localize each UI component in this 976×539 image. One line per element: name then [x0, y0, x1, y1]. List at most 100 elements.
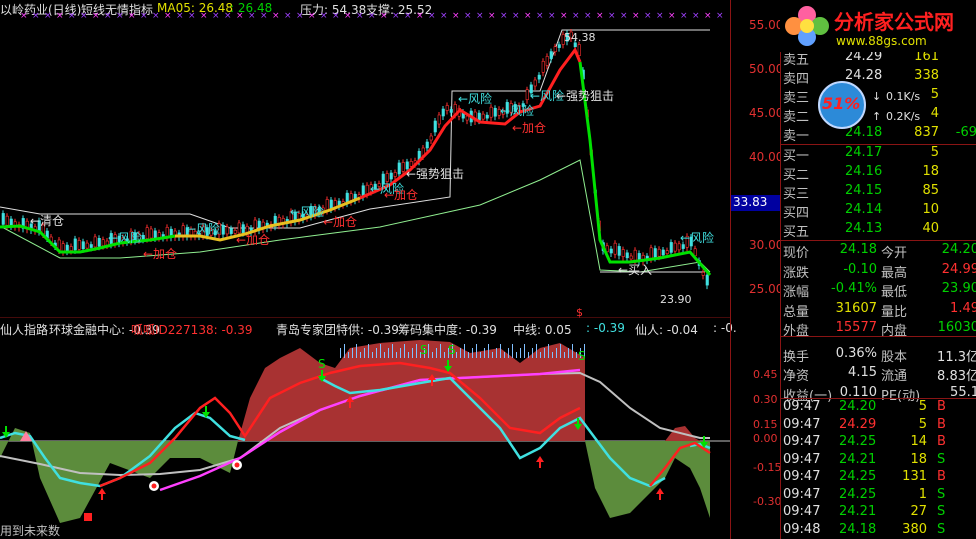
top-bar — [524, 344, 525, 358]
logo-url: www.88gs.com — [836, 34, 927, 48]
top-bar — [400, 348, 401, 358]
signal-cross-mark: × — [140, 11, 148, 21]
tick-price: 24.25 — [839, 434, 877, 449]
annot-jiacang-5: ←加仓 — [512, 121, 547, 135]
indicator-chart[interactable]: S S S S — [0, 318, 730, 539]
quote-value: 1.49 — [950, 300, 976, 316]
quote-label: 最高 — [881, 265, 908, 281]
quote-label: 流通 — [881, 369, 908, 384]
top-bar — [456, 352, 457, 358]
signal-cross-mark: × — [176, 11, 184, 21]
bid-row[interactable]: 买五 24.13 40 — [783, 221, 976, 240]
quote-row: 涨跌 -0.10 最高 24.99 — [783, 261, 976, 281]
bid-label: 买三 — [783, 187, 810, 202]
quote-value: 24.99 — [941, 261, 976, 277]
bid-label: 买一 — [783, 149, 810, 164]
price-tick-label: 25.00 — [749, 282, 784, 296]
top-bar — [568, 348, 569, 358]
speed-up: 0.2K/s — [886, 110, 921, 123]
signal-cross-mark: × — [128, 11, 136, 21]
signal-cross-mark: × — [224, 11, 232, 21]
bid-label: 买五 — [783, 225, 810, 240]
tick-side: S — [937, 486, 946, 502]
signal-cross-mark: × — [164, 11, 172, 21]
bid-price: 24.13 — [845, 221, 883, 236]
candle-body — [85, 242, 89, 249]
signal-cross-mark: × — [404, 11, 412, 21]
annot-fengxian-1: ←风险 — [108, 231, 143, 245]
quote-label: 换手 — [783, 349, 810, 365]
top-bar — [384, 352, 385, 358]
annot-qiangshi-1: ←强势狙击 — [406, 167, 465, 181]
bid-row[interactable]: 买三 24.15 85 — [783, 183, 976, 202]
signal-cross-mark: × — [536, 11, 544, 21]
quote-label: 总量 — [783, 304, 810, 320]
quote-label: 今开 — [881, 246, 908, 261]
candle-body — [97, 238, 101, 247]
bid-row[interactable]: 买四 24.14 10 — [783, 202, 976, 221]
net-speed-widget[interactable]: 51% ↓ 0.1K/s ↑ 0.2K/s — [816, 80, 966, 130]
tick-volume: 14 — [910, 434, 927, 449]
signal-cross-row: × × × × × × × × × × × × × × × × × × × × × × × × × × × × × × × × × × × × × × × ×… — [20, 11, 724, 21]
bid-row[interactable]: 买一 24.17 5 — [783, 145, 976, 164]
annot-jiacang-4: ←加仓 — [384, 188, 419, 202]
arrow-up-icon — [536, 456, 544, 468]
s-marker: $ — [576, 306, 583, 318]
tick-price: 24.18 — [839, 521, 877, 537]
tick-side: S — [937, 504, 946, 519]
candle-body — [221, 224, 225, 235]
candle-body — [489, 106, 493, 118]
bid-price: 24.14 — [845, 202, 883, 217]
candle-body — [81, 241, 85, 249]
candle-body — [445, 105, 449, 111]
top-bar — [572, 344, 573, 358]
signal-cross-mark: × — [668, 11, 676, 21]
flower-logo-icon — [785, 6, 829, 46]
top-bar — [536, 344, 537, 358]
annot-jiacang-3: ←加仓 — [323, 215, 358, 229]
logo-title: 分析家公式网 — [834, 10, 954, 34]
footer-note: 用到未来数 — [0, 524, 61, 538]
bid-row[interactable]: 买二 24.16 18 — [783, 164, 976, 183]
top-bar — [440, 344, 441, 358]
bid-price: 24.17 — [845, 145, 883, 160]
signal-cross-mark: × — [656, 11, 664, 21]
top-bar — [408, 352, 409, 358]
top-bar — [516, 352, 517, 358]
candle-body — [429, 135, 433, 141]
signal-cross-mark: × — [44, 11, 52, 21]
tick-volume: 380 — [902, 521, 927, 537]
candle-body — [493, 107, 497, 117]
signal-cross-mark: × — [548, 11, 556, 21]
top-bar — [528, 352, 529, 358]
signal-cross-mark: × — [356, 11, 364, 21]
price-axis: 55.0050.0045.0040.0035.0030.0025.00 33.8… — [730, 0, 784, 539]
signal-cross-mark: × — [296, 11, 304, 21]
tick-price: 24.21 — [839, 451, 877, 467]
quote-value: 24.20 — [941, 242, 976, 257]
annot-fengxian-2: ←风险 — [186, 222, 221, 236]
candles — [1, 29, 709, 290]
top-bar — [468, 352, 469, 358]
signal-cross-mark: × — [560, 11, 568, 21]
quote-label: 净资 — [783, 369, 810, 384]
quote-value: 11.3亿 — [937, 349, 976, 365]
signal-cross-mark: × — [524, 11, 532, 21]
annot-fengxian-6: ←风险 — [500, 104, 535, 118]
price-tick-label: 55.00 — [749, 18, 784, 32]
signal-cross-mark: × — [500, 11, 508, 21]
top-bar — [560, 344, 561, 358]
tick-time: 09:48 — [783, 521, 821, 537]
top-bar — [492, 352, 493, 358]
annot-fengxian-8: ←风险 — [680, 231, 715, 245]
candle-body — [633, 249, 637, 261]
arrow-up-icon — [98, 488, 106, 500]
annot-qiangshi-2: ←强势狙击 — [556, 89, 615, 103]
candle-body — [537, 74, 541, 80]
candle-body — [149, 228, 153, 239]
signal-cross-mark: × — [584, 11, 592, 21]
tick-volume: 5 — [918, 416, 927, 432]
negative-fill-area-2 — [585, 441, 710, 518]
signal-cross-mark: × — [188, 11, 196, 21]
candle-body — [389, 172, 393, 180]
